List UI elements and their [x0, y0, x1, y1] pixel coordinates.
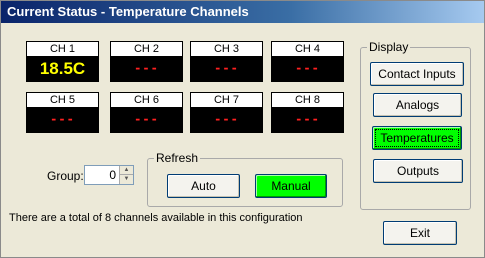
- channel-1: CH 1 18.5C: [26, 41, 99, 82]
- channel-5: CH 5 ---: [26, 92, 99, 133]
- outputs-button[interactable]: Outputs: [373, 159, 463, 183]
- group-label: Group:: [47, 169, 84, 183]
- channel-8: CH 8 ---: [271, 92, 344, 133]
- spin-down-icon[interactable]: ▼: [120, 175, 133, 184]
- analogs-button[interactable]: Analogs: [373, 93, 462, 117]
- exit-button[interactable]: Exit: [383, 221, 457, 245]
- channel-value: 18.5C: [39, 59, 86, 78]
- status-window: Current Status - Temperature Channels CH…: [0, 0, 485, 258]
- channel-label: CH 1: [27, 42, 98, 57]
- channel-3: CH 3 ---: [190, 41, 263, 82]
- channel-value: ---: [295, 112, 320, 126]
- channel-value: ---: [134, 61, 159, 75]
- spin-up-icon[interactable]: ▲: [120, 166, 133, 175]
- channel-value: ---: [214, 61, 239, 75]
- channel-value: ---: [214, 112, 239, 126]
- channel-2: CH 2 ---: [110, 41, 183, 82]
- channel-info-text: There are a total of 8 channels availabl…: [9, 212, 303, 224]
- channel-6: CH 6 ---: [110, 92, 183, 133]
- channel-4: CH 4 ---: [271, 41, 344, 82]
- window-title: Current Status - Temperature Channels: [1, 1, 484, 23]
- group-value[interactable]: 0: [85, 166, 119, 184]
- channel-value: ---: [295, 61, 320, 75]
- channel-7: CH 7 ---: [190, 92, 263, 133]
- spinner-arrows[interactable]: ▲ ▼: [119, 166, 133, 184]
- temperatures-button[interactable]: Temperatures: [372, 126, 462, 150]
- group-spinner[interactable]: 0 ▲ ▼: [84, 165, 134, 185]
- channel-value: ---: [50, 112, 75, 126]
- channel-label: CH 8: [272, 93, 343, 108]
- contact-inputs-button[interactable]: Contact Inputs: [370, 62, 464, 86]
- channel-label: CH 3: [191, 42, 262, 57]
- display-legend: Display: [369, 40, 409, 54]
- channel-value: ---: [134, 112, 159, 126]
- channel-label: CH 6: [111, 93, 182, 108]
- channel-label: CH 5: [27, 93, 98, 108]
- manual-button[interactable]: Manual: [255, 174, 327, 198]
- channel-label: CH 2: [111, 42, 182, 57]
- refresh-legend: Refresh: [156, 151, 199, 165]
- channel-label: CH 4: [272, 42, 343, 57]
- channel-label: CH 7: [191, 93, 262, 108]
- auto-button[interactable]: Auto: [167, 174, 240, 198]
